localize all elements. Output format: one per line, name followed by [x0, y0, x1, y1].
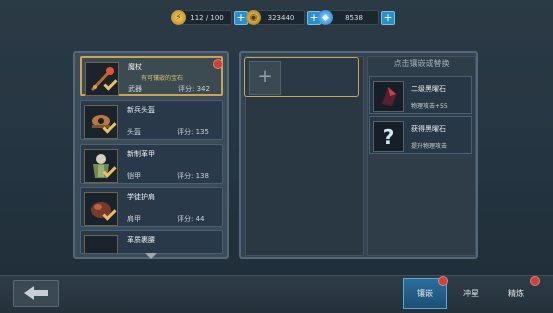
question-icon: ?: [373, 121, 404, 152]
equipment-item-belt[interactable]: 革质裹腰: [80, 230, 223, 254]
notification-dot: [213, 59, 223, 69]
gold-value: 323440: [257, 10, 305, 25]
equipment-name: 新制革甲: [127, 150, 155, 158]
gem-item-obsidian[interactable]: 二级黑曜石 物理攻击+55: [369, 76, 472, 114]
equipment-type: 铠甲: [127, 172, 141, 180]
energy-resource: ⚡ 112 / 100 +: [171, 9, 248, 26]
gold-resource: ◉ 323440 +: [246, 9, 321, 26]
equipment-item-helmet[interactable]: 新兵头盔 头盔 评分: 135: [80, 100, 223, 140]
gem-item-get[interactable]: ? 获得黑曜石 提升物理攻击: [369, 116, 472, 154]
equipment-name: 学徒护肩: [127, 193, 155, 201]
equipment-type: 武器: [128, 85, 142, 93]
scroll-down-icon[interactable]: [145, 253, 157, 259]
tab-label: 精炼: [508, 289, 524, 298]
lightning-icon: ⚡: [171, 10, 186, 25]
equipment-score: 评分: 138: [177, 172, 209, 180]
gem-name: 二级黑曜石: [411, 85, 446, 93]
add-diamond-button[interactable]: +: [381, 10, 395, 25]
tab-label: 冲星: [463, 289, 479, 298]
equipment-name: 魔杖: [128, 63, 142, 71]
equipment-name: 革质裹腰: [127, 236, 155, 244]
gem-desc: 提升物理攻击: [411, 143, 448, 150]
gold-coin-icon: ◉: [246, 10, 261, 25]
tab-upgrade[interactable]: 冲星: [449, 278, 493, 309]
diamond-resource: ◆ 8538 +: [318, 9, 395, 26]
equipment-type: 肩甲: [127, 215, 141, 223]
equipment-item-armor[interactable]: 新制革甲 铠甲 评分: 138: [80, 144, 223, 184]
obsidian-gem-icon: [373, 81, 404, 112]
equipment-score: 评分: 135: [177, 128, 209, 136]
energy-value: 112 / 100: [182, 10, 232, 25]
gem-name: 获得黑曜石: [411, 125, 446, 133]
equipment-score: 评分: 342: [178, 85, 210, 93]
equipment-gem-hint: 有可镶嵌的宝石: [141, 75, 184, 82]
gem-slot[interactable]: +: [244, 57, 359, 97]
belt-icon: [84, 235, 118, 253]
diamond-icon: ◆: [318, 10, 333, 25]
equipment-score: 评分: 44: [177, 215, 205, 223]
tab-label: 镶嵌: [417, 289, 433, 298]
equipment-type: 头盔: [127, 128, 141, 136]
gem-desc: 物理攻击+55: [411, 103, 448, 110]
equipment-item-weapon[interactable]: 魔杖 有可镶嵌的宝石 武器 评分: 342: [80, 56, 223, 96]
diamond-value: 8538: [329, 10, 379, 25]
notification-dot: [530, 276, 540, 286]
back-button[interactable]: [13, 280, 59, 307]
add-gem-icon[interactable]: +: [249, 61, 281, 95]
equipment-item-shoulder[interactable]: 学徒护肩 肩甲 评分: 44: [80, 187, 223, 227]
notification-dot: [438, 276, 448, 286]
equipment-name: 新兵头盔: [127, 106, 155, 114]
inlay-hint: 点击镶嵌或替换: [393, 59, 450, 68]
